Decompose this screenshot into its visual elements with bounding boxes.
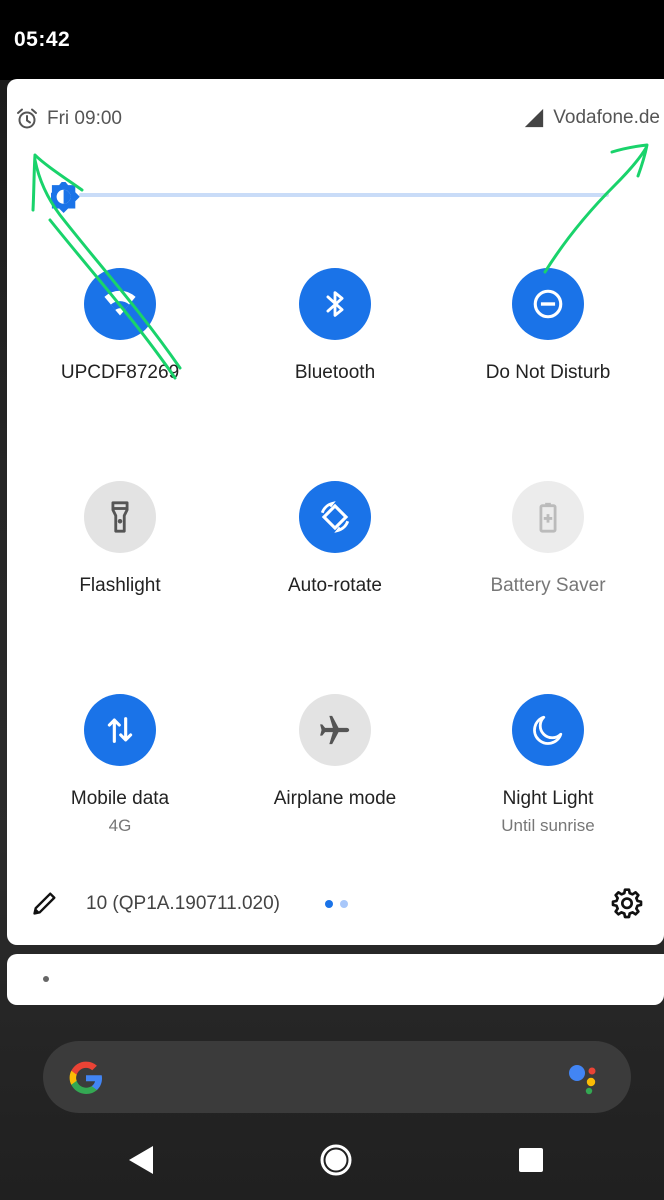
wifi-icon bbox=[104, 290, 136, 316]
status-bar: 05:42 bbox=[0, 0, 664, 80]
tile-mobile-data-sub: 4G bbox=[108, 816, 132, 835]
google-search-bar[interactable] bbox=[43, 1041, 631, 1113]
tile-wifi[interactable]: UPCDF87269 bbox=[15, 268, 225, 384]
tile-night-light-label: Night Light bbox=[502, 788, 594, 809]
next-alarm[interactable]: Fri 09:00 bbox=[15, 107, 122, 131]
tile-battery-saver-button[interactable] bbox=[512, 481, 584, 553]
quick-settings-footer: 10 (QP1A.190711.020) bbox=[7, 875, 664, 935]
tile-auto-rotate-button[interactable] bbox=[299, 481, 371, 553]
tile-night-light[interactable]: Night Light Until sunrise bbox=[443, 694, 653, 836]
tile-bluetooth-button[interactable] bbox=[299, 268, 371, 340]
carrier-name: Vodafone.de bbox=[553, 107, 660, 128]
tile-do-not-disturb[interactable]: Do Not Disturb bbox=[443, 268, 653, 384]
tile-dnd-button[interactable] bbox=[512, 268, 584, 340]
tile-flashlight[interactable]: Flashlight bbox=[15, 481, 225, 597]
tile-airplane-label: Airplane mode bbox=[273, 788, 397, 809]
tile-wifi-button[interactable] bbox=[84, 268, 156, 340]
do-not-disturb-icon bbox=[533, 289, 563, 319]
airplane-icon bbox=[320, 715, 350, 745]
google-assistant-icon[interactable] bbox=[567, 1061, 603, 1095]
tile-battery-saver[interactable]: Battery Saver bbox=[443, 481, 653, 597]
tile-bluetooth[interactable]: Bluetooth bbox=[230, 268, 440, 384]
tile-mobile-data-button[interactable] bbox=[84, 694, 156, 766]
tile-airplane-mode[interactable]: Airplane mode bbox=[230, 694, 440, 810]
tile-flashlight-button[interactable] bbox=[84, 481, 156, 553]
battery-saver-icon bbox=[539, 502, 557, 533]
back-icon[interactable] bbox=[126, 1144, 156, 1176]
status-time: 05:42 bbox=[14, 28, 71, 51]
brightness-slider-thumb[interactable] bbox=[51, 182, 111, 216]
navigation-bar bbox=[0, 1120, 664, 1200]
notification-card[interactable] bbox=[7, 954, 664, 1005]
gear-icon[interactable] bbox=[611, 887, 643, 919]
tile-night-light-button[interactable] bbox=[512, 694, 584, 766]
tile-mobile-data-label: Mobile data bbox=[70, 788, 170, 809]
tile-dnd-label: Do Not Disturb bbox=[485, 362, 611, 383]
tile-auto-rotate[interactable]: Auto-rotate bbox=[230, 481, 440, 597]
tile-auto-rotate-label: Auto-rotate bbox=[288, 575, 382, 596]
tile-wifi-label: UPCDF87269 bbox=[60, 362, 180, 383]
night-light-icon bbox=[533, 715, 563, 745]
tile-night-light-sub: Until sunrise bbox=[501, 816, 595, 835]
recents-icon[interactable] bbox=[517, 1146, 545, 1174]
tile-battery-saver-label: Battery Saver bbox=[490, 575, 606, 596]
home-icon[interactable] bbox=[318, 1142, 354, 1178]
page-dot-active bbox=[325, 900, 333, 908]
notification-dot-icon bbox=[43, 976, 49, 982]
tile-mobile-data[interactable]: Mobile data 4G bbox=[15, 694, 225, 836]
signal-icon bbox=[525, 108, 544, 128]
edit-pencil-icon[interactable] bbox=[31, 889, 59, 917]
brightness-icon bbox=[51, 182, 80, 214]
bluetooth-icon bbox=[326, 291, 344, 317]
build-number[interactable]: 10 (QP1A.190711.020) bbox=[86, 893, 280, 915]
carrier-status: Vodafone.de bbox=[523, 107, 660, 129]
auto-rotate-icon bbox=[320, 501, 350, 533]
tile-bluetooth-label: Bluetooth bbox=[294, 362, 376, 383]
alarm-clock-icon bbox=[17, 108, 37, 129]
brightness-slider-track[interactable] bbox=[79, 193, 609, 197]
page-indicator bbox=[325, 900, 348, 908]
quick-settings-panel: Fri 09:00 Vodafone.de UPCDF87269 Bluetoo… bbox=[7, 79, 664, 945]
tile-airplane-button[interactable] bbox=[299, 694, 371, 766]
tile-flashlight-label: Flashlight bbox=[79, 575, 161, 596]
google-logo-icon bbox=[69, 1061, 102, 1094]
alarm-text: Fri 09:00 bbox=[47, 108, 122, 129]
page-dot-inactive bbox=[340, 900, 348, 908]
mobile-data-icon bbox=[107, 717, 133, 743]
flashlight-icon bbox=[111, 501, 129, 533]
